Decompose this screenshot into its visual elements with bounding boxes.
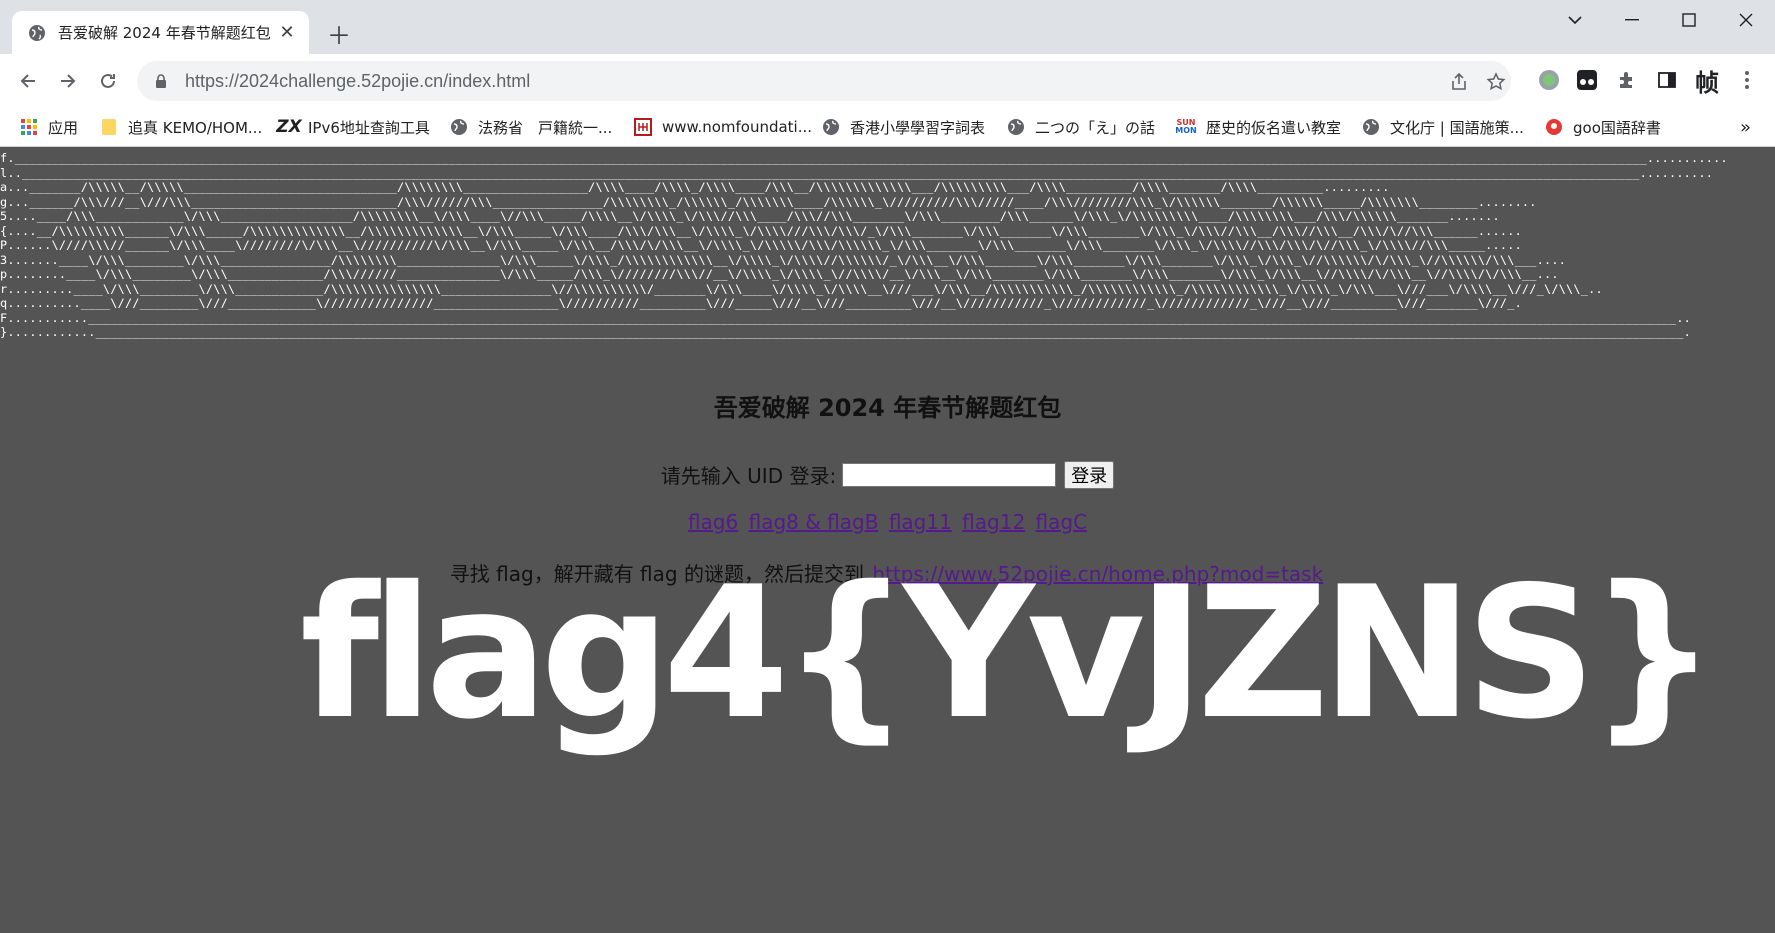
bookmark-label: 歴史的仮名遣い教室 bbox=[1206, 118, 1342, 137]
bookmark-label: goo国語辞書 bbox=[1573, 118, 1661, 137]
tab-strip: 吾爱破解 2024 年春节解题红包 ✕ ＋ bbox=[0, 0, 1775, 54]
tab-active[interactable]: 吾爱破解 2024 年春节解题红包 ✕ bbox=[12, 11, 309, 54]
sunmon-logo-icon: SUN MON bbox=[1175, 118, 1197, 135]
side-panel-icon[interactable] bbox=[1654, 67, 1680, 93]
bookmark-star-icon[interactable] bbox=[1485, 71, 1507, 93]
bookmark-goo[interactable]: goo国語辞書 bbox=[1545, 108, 1661, 146]
bookmark-label: 追真 KEMO/HOM... bbox=[128, 118, 263, 137]
menu-kebab-icon[interactable] bbox=[1734, 67, 1760, 93]
globe-icon bbox=[450, 118, 468, 136]
overlay-flag-text: flag4{YvJZNS} bbox=[300, 547, 1718, 759]
bookmark-bunka[interactable]: 文化庁 | 国語施策... bbox=[1362, 108, 1524, 146]
bookmarks-bar: 应用 追真 KEMO/HOM... ZX IPv6地址查詢工具 法務省 戸籍統一… bbox=[0, 108, 1775, 147]
tab-search-chevron-icon[interactable] bbox=[1546, 0, 1603, 40]
bookmark-label: 香港小學學習字詞表 bbox=[850, 118, 986, 137]
incognito-extension-icon[interactable] bbox=[1574, 67, 1600, 93]
close-tab-icon[interactable]: ✕ bbox=[277, 22, 297, 43]
zx-logo-icon: ZX bbox=[276, 117, 302, 137]
forward-arrow-icon[interactable] bbox=[54, 67, 82, 95]
share-icon[interactable] bbox=[1448, 71, 1470, 93]
reload-icon[interactable] bbox=[94, 67, 122, 95]
close-window-icon[interactable] bbox=[1717, 0, 1774, 40]
flag-link-flag6[interactable]: flag6 bbox=[688, 510, 738, 534]
bookmarks-overflow-chevron-icon[interactable]: » bbox=[1740, 108, 1751, 146]
bookmark-folder[interactable]: 追真 KEMO/HOM... bbox=[100, 108, 262, 146]
globe-icon bbox=[1007, 118, 1025, 136]
page-content: f.______________________________________… bbox=[0, 147, 1775, 933]
globe-icon bbox=[28, 24, 46, 42]
bookmark-label: 应用 bbox=[48, 118, 79, 137]
login-button[interactable]: 登录 bbox=[1064, 460, 1115, 489]
bookmark-label: 法務省 戸籍統一... bbox=[478, 118, 613, 137]
uid-label: 请先输入 UID 登录: bbox=[660, 464, 837, 488]
globe-icon bbox=[1362, 118, 1380, 136]
extensions-puzzle-icon[interactable] bbox=[1614, 67, 1640, 93]
bookmark-label: www.nomfoundati... bbox=[662, 118, 813, 136]
address-bar[interactable]: https://2024challenge.52pojie.cn/index.h… bbox=[137, 61, 1511, 101]
flag-link-flagc[interactable]: flagC bbox=[1036, 510, 1088, 534]
lock-icon[interactable] bbox=[153, 73, 169, 89]
page-title: 吾爱破解 2024 年春节解题红包 bbox=[713, 394, 1062, 422]
flag-link-flag11[interactable]: flag11 bbox=[889, 510, 952, 534]
goo-logo-icon bbox=[1545, 118, 1563, 136]
bookmark-label: 文化庁 | 国語施策... bbox=[1390, 118, 1524, 137]
green-circle-extension-icon[interactable] bbox=[1536, 67, 1562, 93]
zhihu-extension-icon[interactable]: 帧 bbox=[1694, 67, 1720, 97]
bookmark-label: IPv6地址查詢工具 bbox=[308, 118, 430, 137]
folder-icon bbox=[100, 118, 118, 136]
tab-title: 吾爱破解 2024 年春节解题红包 bbox=[58, 24, 271, 42]
bookmark-label: 二つの「え」の話 bbox=[1035, 118, 1156, 137]
uid-input[interactable] bbox=[842, 462, 1057, 487]
url-text: https://2024challenge.52pojie.cn/index.h… bbox=[185, 70, 531, 91]
flag-link-flag8-flagb[interactable]: flag8 & flagB bbox=[749, 510, 879, 534]
bookmark-ipv6[interactable]: ZX IPv6地址查詢工具 bbox=[276, 108, 430, 146]
flag-link-flag12[interactable]: flag12 bbox=[962, 510, 1025, 534]
globe-icon bbox=[822, 118, 840, 136]
bookmark-moj[interactable]: 法務省 戸籍統一... bbox=[450, 108, 612, 146]
login-form: 请先输入 UID 登录: 登录 bbox=[0, 460, 1775, 489]
bookmark-kana[interactable]: SUN MON 歴史的仮名遣い教室 bbox=[1175, 108, 1342, 146]
apps-grid-icon bbox=[20, 118, 38, 136]
back-arrow-icon[interactable] bbox=[14, 67, 42, 95]
nom-logo-icon bbox=[634, 118, 652, 136]
new-tab-plus-icon[interactable]: ＋ bbox=[326, 20, 352, 50]
bookmark-nom[interactable]: www.nomfoundati... bbox=[634, 108, 812, 146]
bookmark-hk-words[interactable]: 香港小學學習字詞表 bbox=[822, 108, 985, 146]
flag-links: flag6 flag8 & flagB flag11 flag12 flagC bbox=[0, 510, 1775, 534]
bookmark-apps[interactable]: 应用 bbox=[20, 108, 78, 146]
browser-toolbar: https://2024challenge.52pojie.cn/index.h… bbox=[0, 54, 1775, 108]
minimize-icon[interactable] bbox=[1603, 0, 1660, 40]
ascii-art-banner: f.______________________________________… bbox=[0, 151, 1728, 339]
maximize-icon[interactable] bbox=[1660, 0, 1717, 40]
bookmark-e-story[interactable]: 二つの「え」の話 bbox=[1007, 108, 1155, 146]
